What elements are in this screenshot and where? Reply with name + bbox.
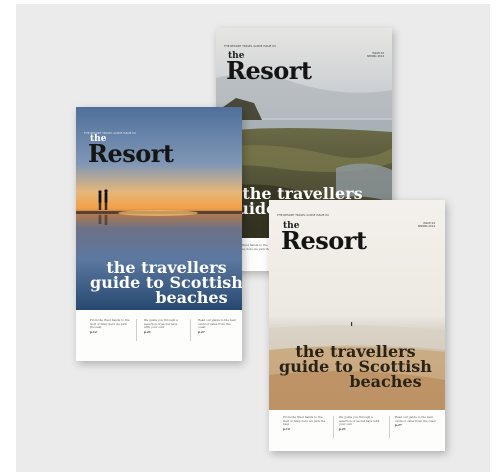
footer-teaser: From the West Sands to the Gulf of Islay…	[283, 415, 327, 431]
teaser-page: p.12	[283, 426, 290, 431]
teaser-page: p.27	[198, 329, 205, 334]
cover-headline: the travellers guide to Scottish beaches	[90, 259, 242, 308]
teaser-page: p.21	[144, 329, 151, 334]
mockup-backdrop: THE RESORT TRAVEL GUIDE ISSUE 04 ISSUE 0…	[16, 4, 490, 472]
footer-divider	[190, 319, 191, 341]
teaser-page: p.12	[90, 329, 97, 334]
footer-teaser: Read our guide to the best outdoor cafes…	[395, 415, 439, 428]
teaser-text: We guide you through a selection of secr…	[144, 318, 178, 330]
footer-teaser: Read our guide to the best outdoor cafes…	[198, 318, 236, 334]
cover-footer: From the West Sands to the Gulf of Islay…	[269, 410, 445, 451]
headline-line: beaches	[155, 288, 228, 308]
issue-season: SPRING 2014	[417, 225, 435, 229]
teaser-page: p.27	[395, 423, 402, 428]
footer-teaser: We guide you through a selection of secr…	[339, 415, 383, 431]
cover-header-text: THE RESORT TRAVEL GUIDE ISSUE 04	[224, 45, 276, 48]
headline-line: beaches	[349, 372, 422, 392]
masthead-title: Resort	[226, 56, 312, 85]
issue-season: SPRING 2014	[366, 55, 384, 59]
magazine-front-cover: THE RESORT TRAVEL GUIDE ISSUE 04 ISSUE 0…	[269, 200, 445, 451]
footer-divider	[389, 416, 390, 438]
footer-teaser: We guide you through a selection of secr…	[144, 318, 184, 334]
cover-header-text: THE RESORT TRAVEL GUIDE ISSUE 04	[277, 214, 329, 217]
masthead-title: Resort	[281, 226, 367, 255]
footer-divider	[333, 416, 334, 438]
teaser-text: Read our guide to the best outdoor cafes…	[198, 318, 236, 330]
cover-headline: the travellers guide to Scottish beaches	[279, 343, 432, 392]
teaser-text: We guide you through a selection of secr…	[339, 415, 380, 427]
cover-footer: From the West Sands to the Gulf of Islay…	[76, 313, 242, 361]
masthead-title: Resort	[88, 139, 174, 168]
cover-issue-info: ISSUE 04 SPRING 2014	[418, 222, 435, 229]
teaser-text: From the West Sands to the Gulf of Islay…	[283, 415, 326, 427]
footer-divider	[136, 319, 137, 341]
teaser-page: p.21	[339, 426, 346, 431]
cover-issue-info: ISSUE 04 SPRING 2014	[367, 52, 384, 59]
magazine-left-cover: THE RESORT TRAVEL GUIDE ISSUE 04 the Res…	[76, 107, 242, 361]
footer-teaser: From the West Sands to the Gulf of Islay…	[90, 318, 130, 334]
teaser-text: Read our guide to the best outdoor cafes…	[395, 415, 436, 423]
teaser-text: From the West Sands to the Gulf of Islay…	[90, 318, 130, 330]
